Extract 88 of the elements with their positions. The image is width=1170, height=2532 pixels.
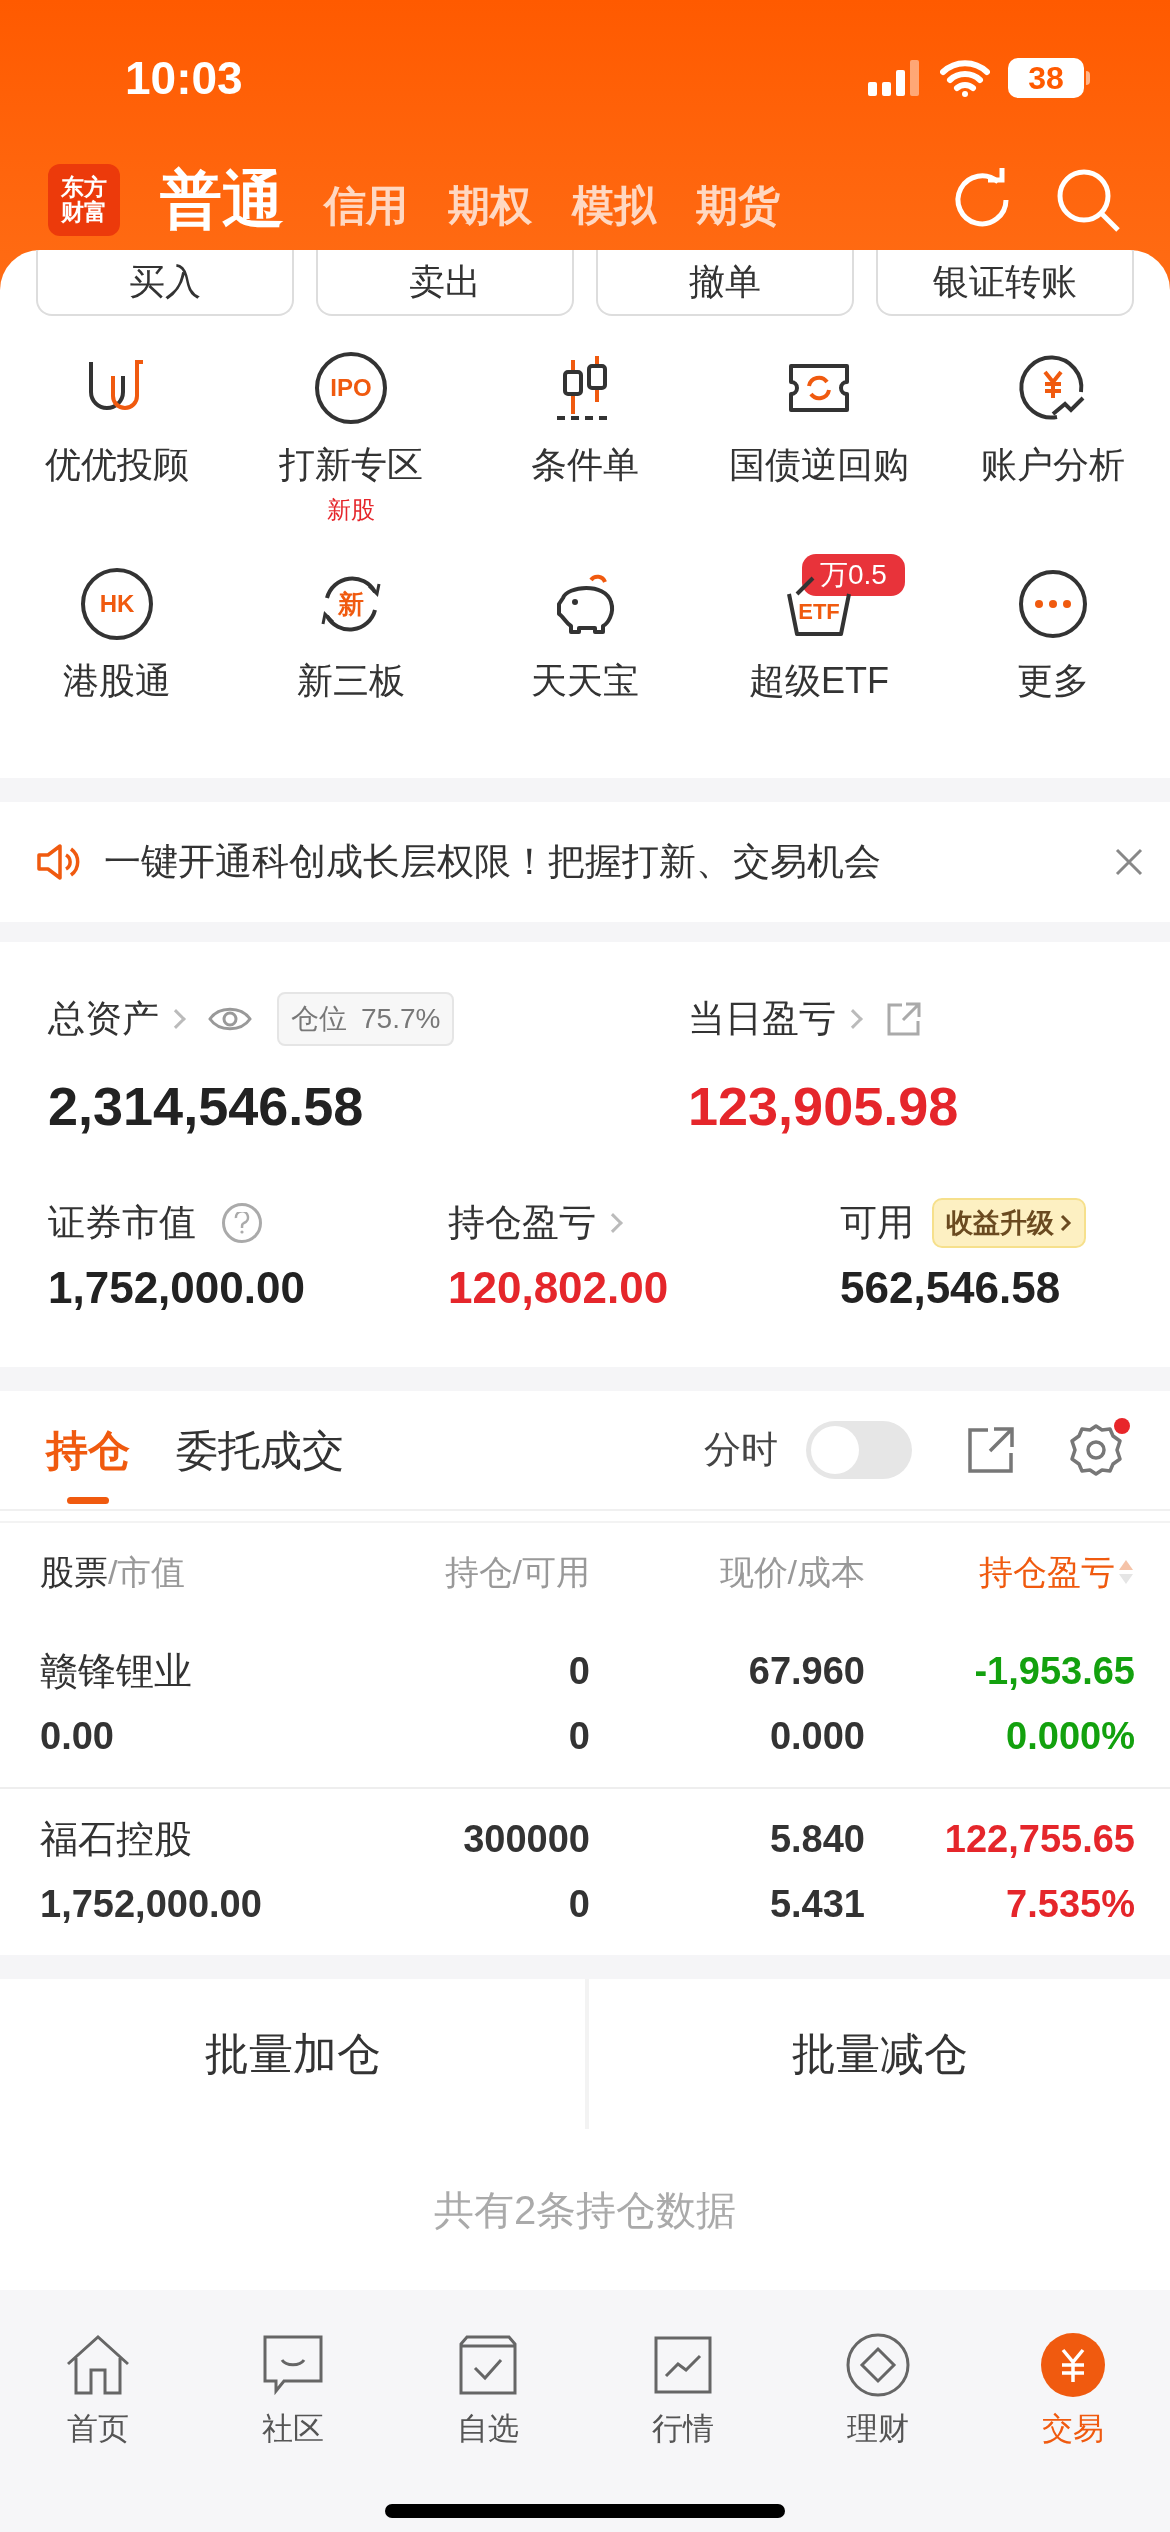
- table-cell-text: 0.000: [768, 1714, 865, 1759]
- table-cell-text: 300000: [462, 1817, 590, 1862]
- signal-icon: [868, 58, 922, 98]
- position-tab[interactable]: 委托成交: [176, 1390, 344, 1510]
- table-cell-text: 0: [567, 1649, 590, 1694]
- trade-action-button[interactable]: 撤单: [596, 250, 854, 316]
- asset-label: 持仓盈亏: [448, 1201, 596, 1246]
- diamond-circle-icon: [844, 2332, 911, 2398]
- feature-shortcut[interactable]: 万0.5 ETF 超级ETF: [702, 552, 936, 768]
- feature-shortcut[interactable]: 条件单: [468, 336, 702, 552]
- close-icon[interactable]: [1114, 847, 1144, 877]
- upgrade-badge[interactable]: 收益升级: [932, 1198, 1086, 1248]
- table-cell-text: 7.535%: [1005, 1882, 1135, 1927]
- asset-label: 当日盈亏: [688, 997, 836, 1042]
- feature-shortcut[interactable]: 国债逆回购: [702, 336, 936, 552]
- trade-action-button[interactable]: 买入: [36, 250, 294, 316]
- sort-icon: [1117, 1558, 1135, 1586]
- chat-bubble-icon: [261, 2334, 324, 2396]
- status-time: 10:03: [125, 50, 243, 106]
- asset-label: 证券市值: [48, 1201, 196, 1246]
- notice-text: 一键开通科创成长层权限！把握打新、交易机会: [104, 840, 881, 885]
- help-icon[interactable]: [222, 1203, 262, 1243]
- more-icon: [1017, 568, 1089, 640]
- nav-tab[interactable]: 社区: [195, 2330, 390, 2460]
- market-value: 1,752,000.00: [48, 1262, 306, 1314]
- summary-text: 共有2条持仓数据: [433, 2186, 737, 2234]
- feature-shortcut[interactable]: IPO 打新专区 新股: [234, 336, 468, 552]
- table-cell-text: 122,755.65: [943, 1817, 1135, 1862]
- feature-label: 国债逆回购: [729, 443, 909, 487]
- asset-label: 可用: [840, 1201, 914, 1246]
- feature-label: 条件单: [531, 443, 639, 487]
- stock-name: 福石控股: [40, 1817, 193, 1862]
- feature-label: 港股通: [63, 659, 171, 703]
- chevron-icon: [1060, 1214, 1072, 1232]
- feature-shortcut[interactable]: 更多: [936, 552, 1170, 768]
- column-header[interactable]: 股票/市值: [40, 1546, 410, 1598]
- table-cell-text: 1,752,000.00: [40, 1882, 263, 1927]
- asset-label: 总资产: [48, 997, 159, 1042]
- nav-tab[interactable]: 自选: [390, 2330, 585, 2460]
- feature-shortcut[interactable]: 新 新三板: [234, 552, 468, 768]
- stock-name: 赣锋锂业: [40, 1649, 193, 1694]
- total-assets-value: 2,314,546.58: [48, 1075, 365, 1138]
- feature-shortcut[interactable]: HK 港股通: [0, 552, 234, 768]
- search-icon[interactable]: [1056, 168, 1120, 232]
- table-cell-text: -1,953.65: [973, 1649, 1135, 1694]
- share-icon[interactable]: [886, 1001, 922, 1037]
- circle-text-icon: HK: [81, 568, 153, 640]
- feature-shortcut[interactable]: 优优投顾: [0, 336, 234, 552]
- feature-shortcut[interactable]: 天天宝: [468, 552, 702, 768]
- nav-tab[interactable]: 理财: [780, 2330, 975, 2460]
- toggle-label: 分时: [704, 1428, 778, 1473]
- feature-label: 天天宝: [531, 659, 639, 703]
- table-cell-text: 0: [567, 1882, 590, 1927]
- nav-tab[interactable]: 行情: [585, 2330, 780, 2460]
- circle-text-icon: IPO: [315, 352, 387, 424]
- batch-button[interactable]: 批量减仓: [585, 1979, 1170, 2129]
- position-value: 75.7%: [361, 1002, 441, 1036]
- nav-tab[interactable]: 首页: [0, 2330, 195, 2460]
- table-cell-text: 0.000%: [1005, 1714, 1135, 1759]
- feature-label: 新三板: [297, 659, 405, 703]
- feature-note: 新股: [327, 495, 375, 525]
- home-icon: [64, 2334, 131, 2396]
- yuan-coin-icon: [1039, 2332, 1106, 2398]
- feature-label: 更多: [1017, 659, 1089, 703]
- batch-button[interactable]: 批量加仓: [0, 1979, 585, 2129]
- table-cell-text: 5.840: [768, 1817, 865, 1862]
- feature-label: 优优投顾: [45, 443, 189, 487]
- available-value: 562,546.58: [840, 1262, 1062, 1314]
- table-cell-text: 0.00: [40, 1714, 115, 1759]
- trade-action-button[interactable]: 卖出: [316, 250, 574, 316]
- table-cell-text: 67.960: [747, 1649, 865, 1694]
- position-label: 仓位: [291, 1002, 347, 1036]
- app-logo: 东方 财富: [48, 164, 120, 236]
- trade-action-button[interactable]: 银证转账: [876, 250, 1134, 316]
- wifi-icon: [940, 59, 990, 97]
- settings-icon[interactable]: [1068, 1422, 1124, 1478]
- feature-label: 账户分析: [981, 443, 1125, 487]
- fee-badge: 万0.5: [802, 554, 905, 596]
- holding-pl-value: 120,802.00: [448, 1262, 670, 1314]
- feature-label: 打新专区: [279, 443, 423, 487]
- feature-shortcut[interactable]: 账户分析: [936, 336, 1170, 552]
- battery-indicator: 38: [1008, 58, 1084, 98]
- share-icon[interactable]: [966, 1425, 1016, 1475]
- table-cell-text: 5.431: [768, 1882, 865, 1927]
- speaker-icon: [36, 842, 80, 882]
- feature-label: 超级ETF: [749, 659, 889, 703]
- daily-pl-value: 123,905.98: [688, 1075, 959, 1138]
- table-cell-text: 0: [567, 1714, 590, 1759]
